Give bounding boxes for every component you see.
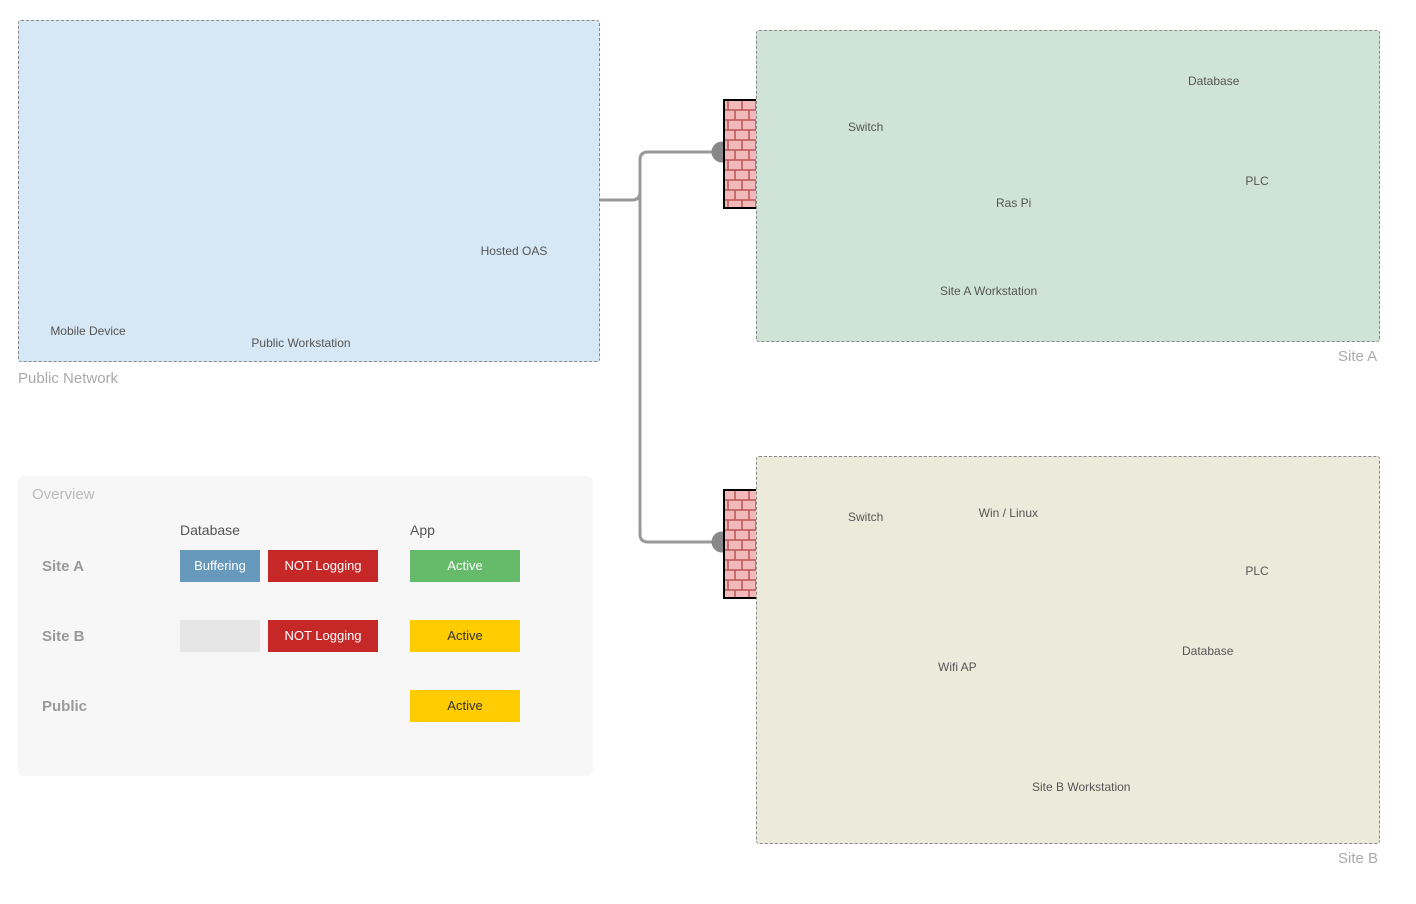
overview-panel: Overview Database App Site A Buffering N… — [18, 476, 593, 776]
ws-a-label: Site A Workstation — [940, 284, 1090, 298]
switch-b-label: Switch — [848, 510, 898, 524]
overview-col-db: Database — [180, 522, 240, 538]
pill-sitea-db2: NOT Logging — [268, 550, 378, 582]
pill-siteb-app: Active — [410, 620, 520, 652]
overview-row-public: Public — [42, 698, 87, 715]
zone-site-b-label: Site B — [1338, 850, 1378, 867]
overview-row-sitea: Site A — [42, 558, 84, 575]
zone-public-label: Public Network — [18, 370, 118, 387]
pill-siteb-db1: . — [180, 620, 260, 652]
ws-b-label: Site B Workstation — [1032, 780, 1182, 794]
pill-sitea-app: Active — [410, 550, 520, 582]
raspi-label: Ras Pi — [996, 196, 1056, 210]
db-b-label: Database — [1182, 644, 1262, 658]
pill-siteb-db2: NOT Logging — [268, 620, 378, 652]
zone-public — [18, 20, 600, 362]
overview-row-siteb: Site B — [42, 628, 85, 645]
public-ws-label: Public Workstation — [236, 336, 366, 350]
pill-sitea-db1: Buffering — [180, 550, 260, 582]
server-b-label: Win / Linux — [958, 506, 1038, 520]
pill-public-app: Active — [410, 690, 520, 722]
hosted-oas-label: Hosted OAS — [474, 244, 554, 258]
mobile-label: Mobile Device — [48, 324, 128, 338]
plc-a-label: PLC — [1232, 174, 1282, 188]
overview-title: Overview — [32, 486, 95, 503]
db-a-label: Database — [1188, 74, 1268, 88]
switch-a-label: Switch — [848, 120, 898, 134]
overview-col-app: App — [410, 522, 435, 538]
plc-b-label: PLC — [1232, 564, 1282, 578]
wifi-label: Wifi AP — [938, 660, 998, 674]
zone-site-a-label: Site A — [1338, 348, 1377, 365]
